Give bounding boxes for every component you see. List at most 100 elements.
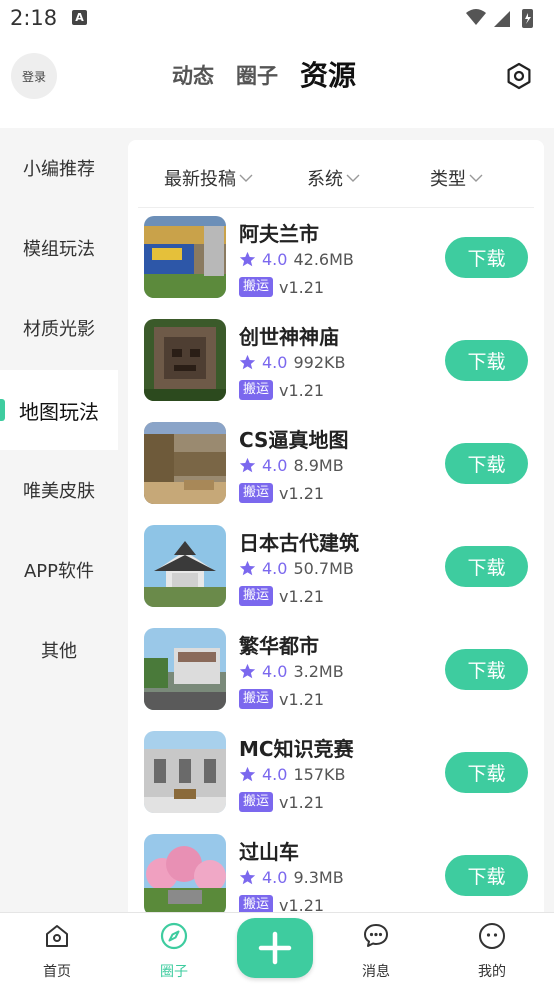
version-label: v1.21 [279,380,325,400]
sidebar-item-label: 地图玩法 [19,399,99,424]
tag-badge: 搬运 [239,380,274,400]
download-button[interactable]: 下载 [445,340,528,381]
resource-title: 日本古代建筑 [239,531,359,555]
category-sidebar: 小编推荐 模组玩法 材质光影 地图玩法 唯美皮肤 APP软件 其他 [0,128,118,912]
sidebar-item-mods[interactable]: 模组玩法 [0,208,118,288]
nav-label: 圈子 [160,964,188,980]
list-item[interactable]: 日本古代建筑 4.0 50.7MB 搬运 v1.21 下载 [128,519,544,622]
sidebar-item-other[interactable]: 其他 [0,610,118,690]
star-icon [239,354,256,370]
filter-bar: 最新投稿 系统 类型 [138,140,534,208]
nav-circle[interactable]: 圈子 [134,913,214,986]
filter-sort[interactable]: 最新投稿 [164,165,253,191]
filter-label: 类型 [430,169,466,190]
tag-badge: 搬运 [239,586,274,606]
rating-value: 4.0 [262,353,288,372]
rating-value: 4.0 [262,250,288,269]
list-item[interactable]: CS逼真地图 4.0 8.9MB 搬运 v1.21 下载 [128,416,544,519]
tag-badge: 搬运 [239,689,274,709]
file-size: 3.2MB [293,662,344,681]
rating-value: 4.0 [262,765,288,784]
download-button[interactable]: 下载 [445,443,528,484]
resource-meta: 4.0 8.9MB [239,456,344,475]
resource-tags: 搬运 v1.21 [239,277,324,297]
resource-meta: 4.0 42.6MB [239,250,354,269]
tag-badge: 搬运 [239,792,274,812]
chevron-down-icon [239,174,253,182]
notification-icon: A [72,10,87,25]
filter-type[interactable]: 类型 [430,165,483,191]
version-label: v1.21 [279,895,325,913]
nav-label: 首页 [43,964,71,980]
star-icon [239,560,256,576]
resource-meta: 4.0 9.3MB [239,868,344,887]
resource-tags: 搬运 v1.21 [239,895,324,912]
nav-home[interactable]: 首页 [17,913,97,986]
sidebar-item-maps[interactable]: 地图玩法 [0,370,118,450]
chevron-down-icon [346,174,360,182]
version-label: v1.21 [279,689,325,709]
star-icon [239,663,256,679]
chat-icon [364,924,388,947]
status-bar: 2:18 A [0,0,554,36]
file-size: 992KB [293,353,346,372]
sidebar-item-skins[interactable]: 唯美皮肤 [0,450,118,530]
tag-badge: 搬运 [239,895,274,912]
star-icon [239,766,256,782]
active-indicator [0,399,5,421]
file-size: 50.7MB [293,559,354,578]
download-button[interactable]: 下载 [445,649,528,690]
resource-title: 过山车 [239,840,299,864]
thumbnail-image [144,834,226,912]
filter-label: 系统 [307,169,343,190]
sidebar-item-textures[interactable]: 材质光影 [0,288,118,368]
tab-resources[interactable]: 资源 [300,58,356,94]
resource-title: 繁华都市 [239,634,319,658]
home-icon [46,925,68,947]
add-post-button[interactable] [237,918,313,978]
tab-circle[interactable]: 圈子 [236,58,278,94]
nav-label: 消息 [362,964,390,980]
resource-tags: 搬运 v1.21 [239,483,324,503]
resource-title: 阿夫兰市 [239,222,319,246]
tab-dynamic[interactable]: 动态 [172,58,214,94]
list-item[interactable]: 阿夫兰市 4.0 42.6MB 搬运 v1.21 下载 [128,210,544,313]
tag-badge: 搬运 [239,483,274,503]
resource-meta: 4.0 992KB [239,353,345,372]
download-button[interactable]: 下载 [445,752,528,793]
list-item[interactable]: MC知识竞赛 4.0 157KB 搬运 v1.21 下载 [128,725,544,828]
file-size: 157KB [293,765,346,784]
resource-meta: 4.0 50.7MB [239,559,354,578]
resource-title: CS逼真地图 [239,428,349,452]
resource-meta: 4.0 157KB [239,765,345,784]
list-item[interactable]: 过山车 4.0 9.3MB 搬运 v1.21 下载 [128,828,544,912]
resource-tags: 搬运 v1.21 [239,380,324,400]
nav-messages[interactable]: 消息 [336,913,416,986]
chevron-down-icon [469,174,483,182]
list-item[interactable]: 繁华都市 4.0 3.2MB 搬运 v1.21 下载 [128,622,544,725]
thumbnail-image [144,525,226,607]
compass-icon [160,922,188,950]
filter-label: 最新投稿 [164,169,236,190]
sidebar-item-editor-picks[interactable]: 小编推荐 [0,128,118,208]
nav-label: 我的 [478,964,506,980]
rating-value: 4.0 [262,868,288,887]
thumbnail-image [144,731,226,813]
thumbnail-image [144,319,226,401]
sidebar-item-label: 其他 [41,641,77,662]
login-button[interactable]: 登录 [11,53,57,99]
filter-system[interactable]: 系统 [307,165,360,191]
version-label: v1.21 [279,792,325,812]
resource-tags: 搬运 v1.21 [239,792,324,812]
download-button[interactable]: 下载 [445,855,528,896]
nav-profile[interactable]: 我的 [452,913,532,986]
list-item[interactable]: 创世神神庙 4.0 992KB 搬运 v1.21 下载 [128,313,544,416]
download-button[interactable]: 下载 [445,237,528,278]
sidebar-item-apps[interactable]: APP软件 [0,530,118,610]
header: 登录 动态 圈子 资源 [0,36,554,126]
download-button[interactable]: 下载 [445,546,528,587]
resource-title: MC知识竞赛 [239,737,354,761]
profile-icon [479,923,505,949]
rating-value: 4.0 [262,456,288,475]
settings-icon[interactable] [505,62,533,90]
